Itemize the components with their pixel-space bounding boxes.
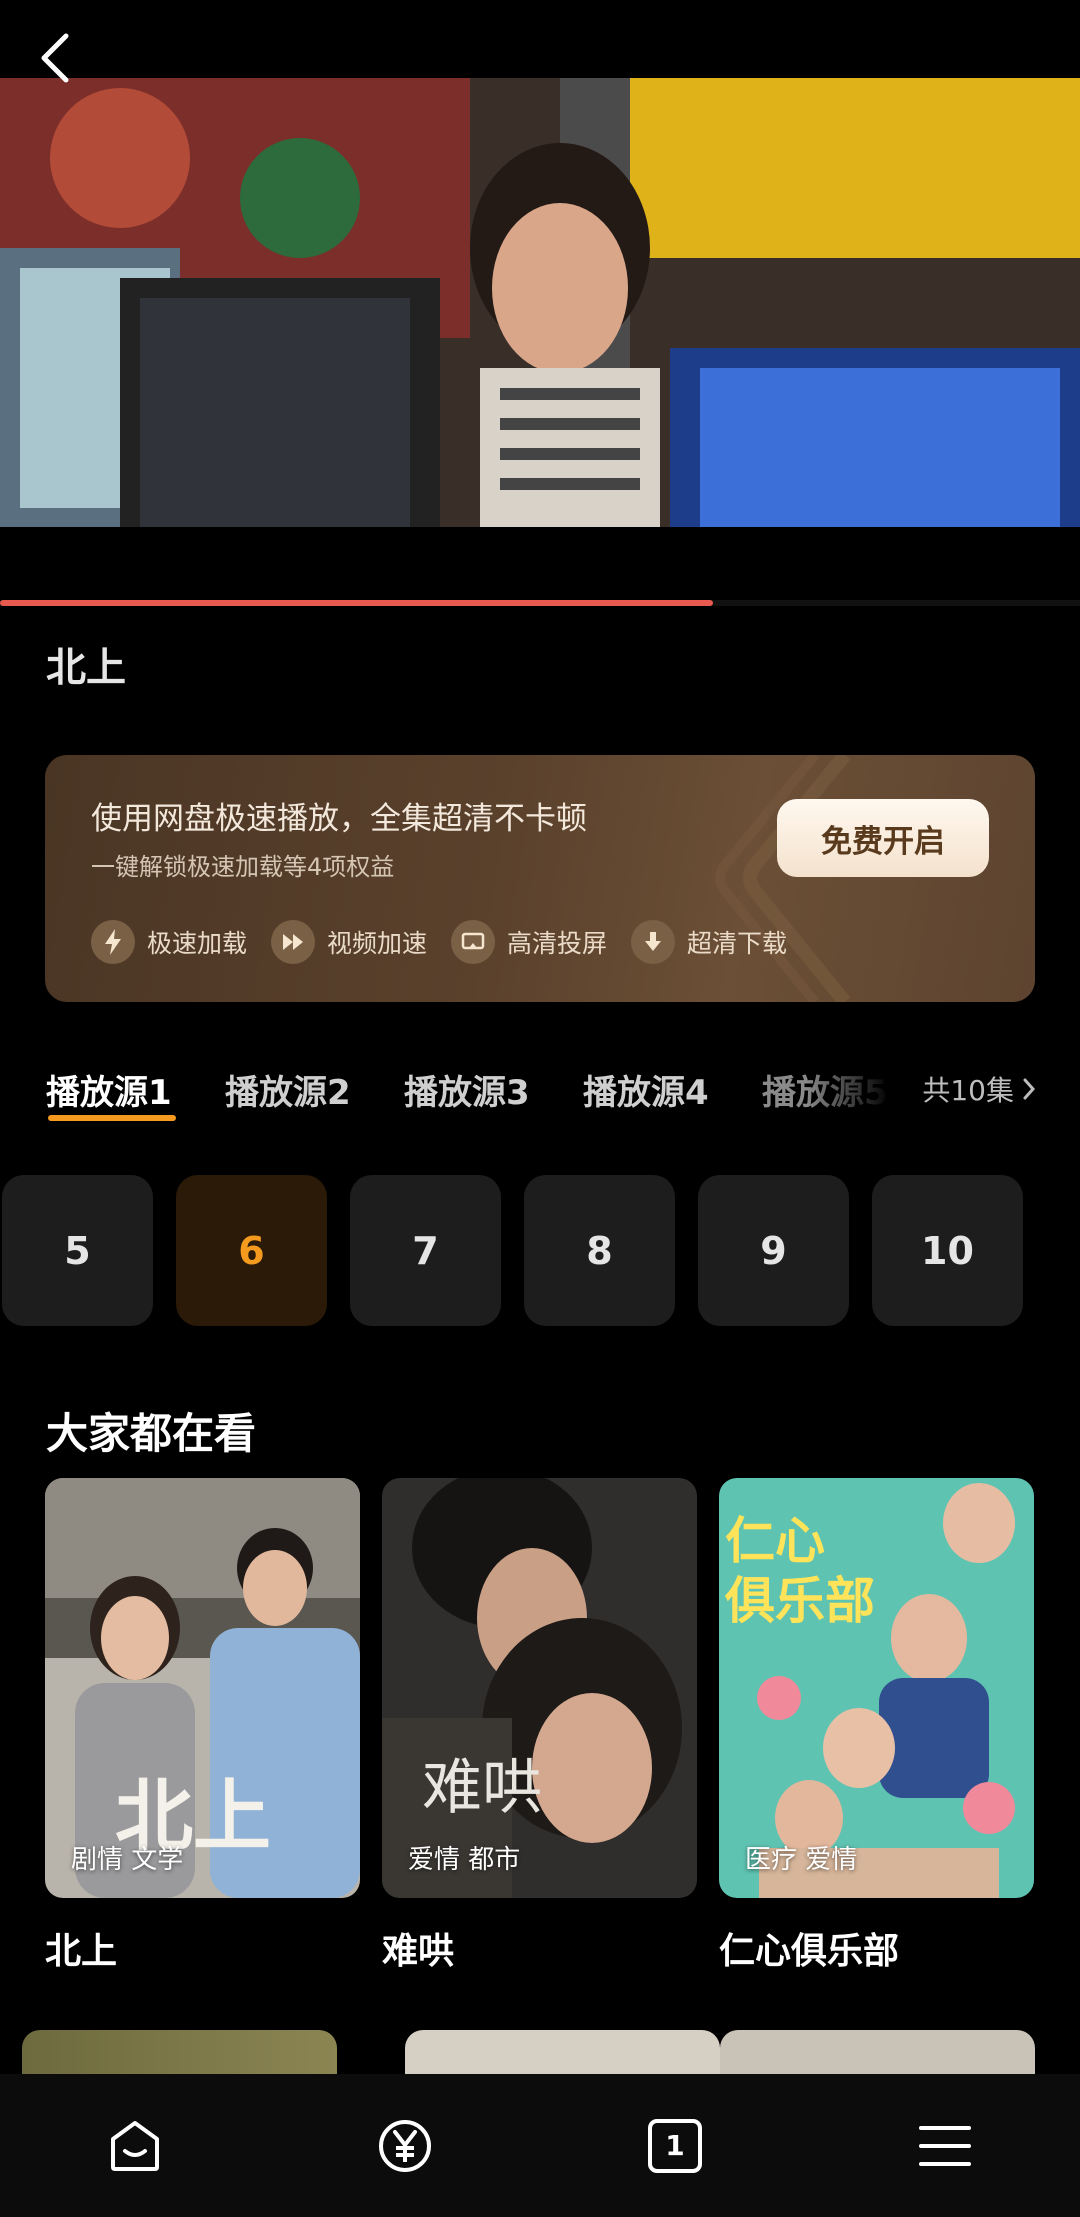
promo-subline: 一键解锁极速加载等4项权益	[91, 853, 395, 881]
episode-button[interactable]: 5	[2, 1175, 153, 1326]
menu-icon	[919, 2125, 971, 2166]
poster-image: 难哄 爱情 都市	[382, 1478, 697, 1898]
play-speed-icon	[271, 920, 316, 964]
recommend-card[interactable]: 难哄 爱情 都市 难哄	[382, 1478, 697, 1974]
perk-item: 高清投屏	[451, 920, 607, 964]
playback-progress-fill	[0, 600, 713, 606]
next-row-poster[interactable]	[405, 2030, 720, 2074]
video-title: 北上	[46, 645, 126, 691]
svg-text:俱乐部: 俱乐部	[724, 1572, 875, 1630]
promo-decoration	[715, 755, 851, 1002]
svg-text:仁心: 仁心	[725, 1512, 825, 1570]
yuan-coin-icon	[379, 2119, 431, 2172]
nav-tabs[interactable]: 1	[540, 2074, 810, 2217]
next-row-poster[interactable]	[22, 2030, 337, 2074]
promo-banner[interactable]: 使用网盘极速播放，全集超清不卡顿 一键解锁极速加载等4项权益 免费开启 极速加载…	[45, 755, 1035, 1002]
tab-count-icon: 1	[648, 2118, 702, 2173]
tab-fade	[806, 1065, 926, 1121]
poster-image: 北上 剧情 文学	[45, 1478, 360, 1898]
episode-button[interactable]: 7	[350, 1175, 501, 1326]
poster-tags: 医疗 爱情	[745, 1845, 858, 1875]
source-tabs: 播放源1 播放源2 播放源3 播放源4 播放源5 共10集	[46, 1065, 1046, 1125]
svg-text:难哄: 难哄	[422, 1753, 542, 1823]
episode-button[interactable]: 9	[698, 1175, 849, 1326]
recommend-list: 北上 剧情 文学 北上 难哄 爱情 都市 难哄 仁心 俱乐部 医疗 爱情 仁心俱…	[45, 1478, 1034, 1974]
chevron-left-icon	[41, 33, 69, 83]
video-player[interactable]	[0, 78, 1080, 527]
episode-button[interactable]: 8	[524, 1175, 675, 1326]
bottom-navigation: 1	[0, 2074, 1080, 2217]
recommend-card[interactable]: 北上 剧情 文学 北上	[45, 1478, 360, 1974]
video-frame	[0, 78, 1080, 527]
section-title-recommend: 大家都在看	[46, 1409, 257, 1458]
episode-list: 5 6 7 8 9 10	[2, 1175, 1023, 1326]
next-row-poster[interactable]	[720, 2030, 1035, 2074]
tab-source-3[interactable]: 播放源3	[404, 1065, 530, 1114]
nav-menu[interactable]	[810, 2074, 1080, 2217]
chevron-right-icon	[1023, 1078, 1036, 1100]
tab-count-label: 1	[665, 2129, 685, 2162]
cast-screen-icon	[451, 920, 496, 964]
perk-item: 极速加载	[91, 920, 247, 964]
tab-source-2[interactable]: 播放源2	[225, 1065, 351, 1114]
back-button[interactable]	[28, 30, 84, 86]
perk-label: 极速加载	[147, 929, 248, 958]
perk-label: 视频加速	[327, 929, 428, 958]
active-tab-indicator	[48, 1115, 176, 1121]
card-title: 仁心俱乐部	[719, 1931, 900, 1972]
card-title: 难哄	[382, 1931, 455, 1972]
tab-source-4[interactable]: 播放源4	[583, 1065, 709, 1114]
lightning-icon	[91, 920, 135, 964]
poster-tags: 剧情 文学	[71, 1845, 184, 1875]
perk-label: 高清投屏	[507, 929, 608, 958]
poster-tags: 爱情 都市	[408, 1845, 521, 1875]
tab-source-1[interactable]: 播放源1	[46, 1065, 172, 1114]
promo-headline: 使用网盘极速播放，全集超清不卡顿	[91, 801, 587, 837]
episode-count-link[interactable]: 共10集	[922, 1069, 1036, 1109]
perk-label: 超清下载	[687, 929, 788, 958]
playback-progress[interactable]	[0, 600, 1080, 606]
card-title: 北上	[45, 1931, 118, 1972]
free-enable-button[interactable]: 免费开启	[777, 799, 989, 877]
nav-coin[interactable]	[270, 2074, 540, 2217]
nav-home[interactable]	[0, 2074, 270, 2217]
episode-count-label: 共10集	[922, 1074, 1014, 1107]
status-bar	[0, 0, 1080, 78]
perk-item: 视频加速	[271, 920, 427, 964]
episode-button[interactable]: 10	[872, 1175, 1023, 1326]
perk-item: 超清下载	[631, 920, 787, 964]
home-icon	[111, 2120, 159, 2171]
poster-image: 仁心 俱乐部 医疗 爱情	[719, 1478, 1034, 1898]
episode-button-active[interactable]: 6	[176, 1175, 327, 1326]
download-icon	[631, 920, 676, 964]
perk-list: 极速加载 视频加速 高清投屏 超清下载	[91, 920, 787, 964]
recommend-card[interactable]: 仁心 俱乐部 医疗 爱情 仁心俱乐部	[719, 1478, 1034, 1974]
